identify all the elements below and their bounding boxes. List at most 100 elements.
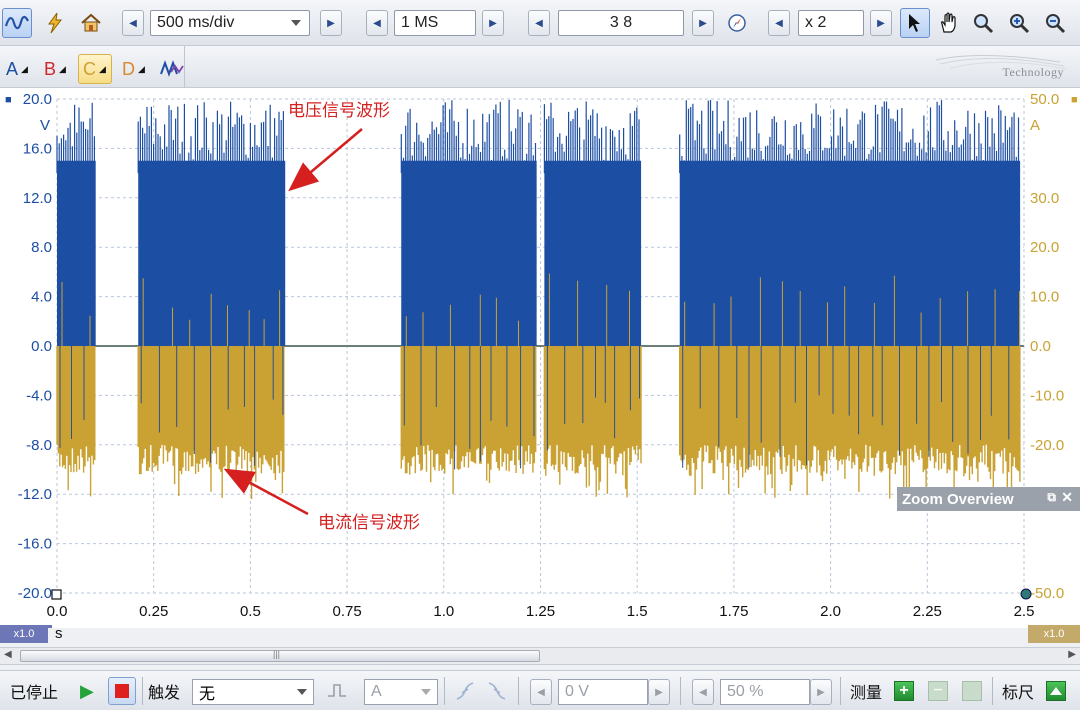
x-tick-label: 1.5 [627, 603, 648, 620]
brand-logo: Technology [930, 48, 1070, 86]
divider [444, 677, 445, 705]
edit-measurement-button[interactable] [962, 671, 982, 710]
hand-pan-icon[interactable] [934, 8, 964, 38]
zoom-out-icon[interactable] [1040, 8, 1070, 38]
minus-icon: − [928, 681, 948, 701]
right-tick-label: 0.0 [1030, 338, 1051, 355]
channel-a-scale-marker: ■ [5, 94, 12, 106]
add-measurement-button[interactable]: + [894, 671, 914, 710]
scope-graph[interactable]: 20.0 16.0 12.0 8.0 4.0 0.0 -4.0 -8.0 -12.0 -16.0 -… [0, 88, 1080, 628]
channel-b-button[interactable]: B ◢ [40, 54, 66, 84]
oscilloscope-app: ◀ 500 ms/div ▶ ◀ 1 MS ▶ ◀ 3 8 ▶ ◀ x 2 ▶ [0, 0, 1080, 710]
right-tick-label: 10.0 [1030, 289, 1059, 306]
play-icon[interactable]: ▶ [80, 671, 94, 710]
close-icon[interactable]: ✕ [1061, 489, 1073, 506]
left-tick-label: -8.0 [26, 437, 52, 454]
threshold-value: 0 V [565, 683, 590, 700]
pretrigger-value: 50 % [727, 683, 764, 700]
current-burst [543, 346, 642, 498]
pretrigger-next-button[interactable]: ▶ [810, 679, 832, 705]
timebase-next-button[interactable]: ▶ [320, 10, 342, 36]
scroll-right-icon[interactable]: ▶ [1068, 649, 1076, 660]
capture-prev-button[interactable]: ◀ [528, 10, 550, 36]
channel-c-label: C [83, 58, 96, 79]
math-channel-icon[interactable] [156, 54, 184, 84]
timebase-select[interactable]: 500 ms/div [150, 10, 310, 36]
toolbar-divider [184, 46, 185, 88]
trigger-mode-value: 无 [199, 686, 216, 703]
left-ruler-handle[interactable] [51, 589, 62, 600]
scope-display[interactable]: 20.0 16.0 12.0 8.0 4.0 0.0 -4.0 -8.0 -12.0 -16.0 -… [0, 88, 1080, 628]
ruler-button[interactable] [1046, 671, 1066, 710]
chevron-down-icon [297, 689, 307, 695]
scroll-left-icon[interactable]: ◀ [4, 649, 12, 660]
rising-edge-icon[interactable] [454, 671, 476, 710]
capture-next-button[interactable]: ▶ [692, 10, 714, 36]
zoom-next-button[interactable]: ▶ [870, 10, 892, 36]
threshold-prev-button[interactable]: ◀ [530, 679, 552, 705]
run-state-label: 已停止 [10, 685, 59, 702]
scope-mode-icon[interactable] [2, 8, 32, 38]
scrollbar-thumb[interactable]: ||| [20, 649, 540, 662]
chevron-down-icon [421, 689, 431, 695]
channel-c-button[interactable]: C ◢ [78, 54, 112, 84]
current-annotation: 电流信号波形 [318, 513, 420, 533]
left-tick-label: -4.0 [26, 387, 52, 404]
zoom-region-icon[interactable] [968, 8, 998, 38]
voltage-burst [544, 160, 642, 346]
channel-d-button[interactable]: D ◢ [118, 54, 145, 84]
ruler-label: 标尺 [1002, 685, 1035, 702]
timebase-value: 500 ms/div [157, 14, 235, 31]
right-tick-label: 20.0 [1030, 239, 1059, 256]
channel-a-button[interactable]: A ◢ [2, 54, 28, 84]
pretrigger-prev-button[interactable]: ◀ [692, 679, 714, 705]
zoom-prev-button[interactable]: ◀ [768, 10, 790, 36]
trigger-edge-icon[interactable] [326, 671, 348, 710]
voltage-annotation: 电压信号波形 [288, 101, 390, 121]
falling-edge-icon[interactable] [486, 671, 508, 710]
trigger-mode-select[interactable]: 无 [192, 679, 314, 705]
x-tick-label: 2.25 [913, 603, 942, 620]
horizontal-scrollbar[interactable]: ◀ ||| ▶ [0, 647, 1080, 665]
voltage-burst [401, 160, 537, 346]
zoom-value: x 2 [805, 14, 827, 31]
right-zoom-badge: x1.0 [1028, 625, 1080, 643]
remove-measurement-button[interactable]: − [928, 671, 948, 710]
samples-value: 1 MS [401, 14, 439, 31]
auto-setup-icon[interactable] [40, 8, 70, 38]
stop-icon [108, 677, 136, 705]
channel-b-label: B [44, 58, 57, 79]
chevron-down-icon: ◢ [138, 63, 145, 74]
x-tick-label: 0.0 [47, 603, 68, 620]
right-ruler-handle[interactable] [1020, 588, 1032, 600]
threshold-next-button[interactable]: ▶ [648, 679, 670, 705]
compass-icon[interactable] [722, 8, 752, 38]
chevron-down-icon: ◢ [21, 63, 28, 74]
samples-next-button[interactable]: ▶ [482, 10, 504, 36]
zoom-field[interactable]: x 2 [798, 10, 864, 36]
trigger-channel-value: A [371, 683, 382, 700]
zoom-overview-panel[interactable]: Zoom Overview ⧉ ✕ [897, 487, 1080, 511]
channel-c-scale-marker: ■ [1071, 94, 1078, 106]
capture-index-field[interactable]: 3 8 [558, 10, 684, 36]
stop-button[interactable] [108, 671, 136, 710]
samples-prev-button[interactable]: ◀ [366, 10, 388, 36]
timebase-prev-button[interactable]: ◀ [122, 10, 144, 36]
pretrigger-field[interactable]: 50 % [720, 679, 810, 705]
current-burst [679, 346, 1021, 499]
zoom-overview-title: Zoom Overview [902, 490, 1014, 508]
left-tick-label: 16.0 [23, 140, 52, 157]
trigger-channel-select[interactable]: A [364, 679, 438, 705]
divider [518, 677, 519, 705]
capture-index-value: 3 8 [609, 14, 633, 31]
left-tick-label: 12.0 [23, 190, 52, 207]
right-tick-label: 30.0 [1030, 190, 1059, 207]
samples-field[interactable]: 1 MS [394, 10, 476, 36]
home-icon[interactable] [76, 8, 106, 38]
restore-icon[interactable]: ⧉ [1047, 490, 1056, 505]
right-tick-label: 50.0 [1030, 91, 1059, 108]
threshold-field[interactable]: 0 V [558, 679, 648, 705]
divider [142, 677, 143, 705]
pointer-icon[interactable] [900, 8, 930, 38]
zoom-in-icon[interactable] [1004, 8, 1034, 38]
